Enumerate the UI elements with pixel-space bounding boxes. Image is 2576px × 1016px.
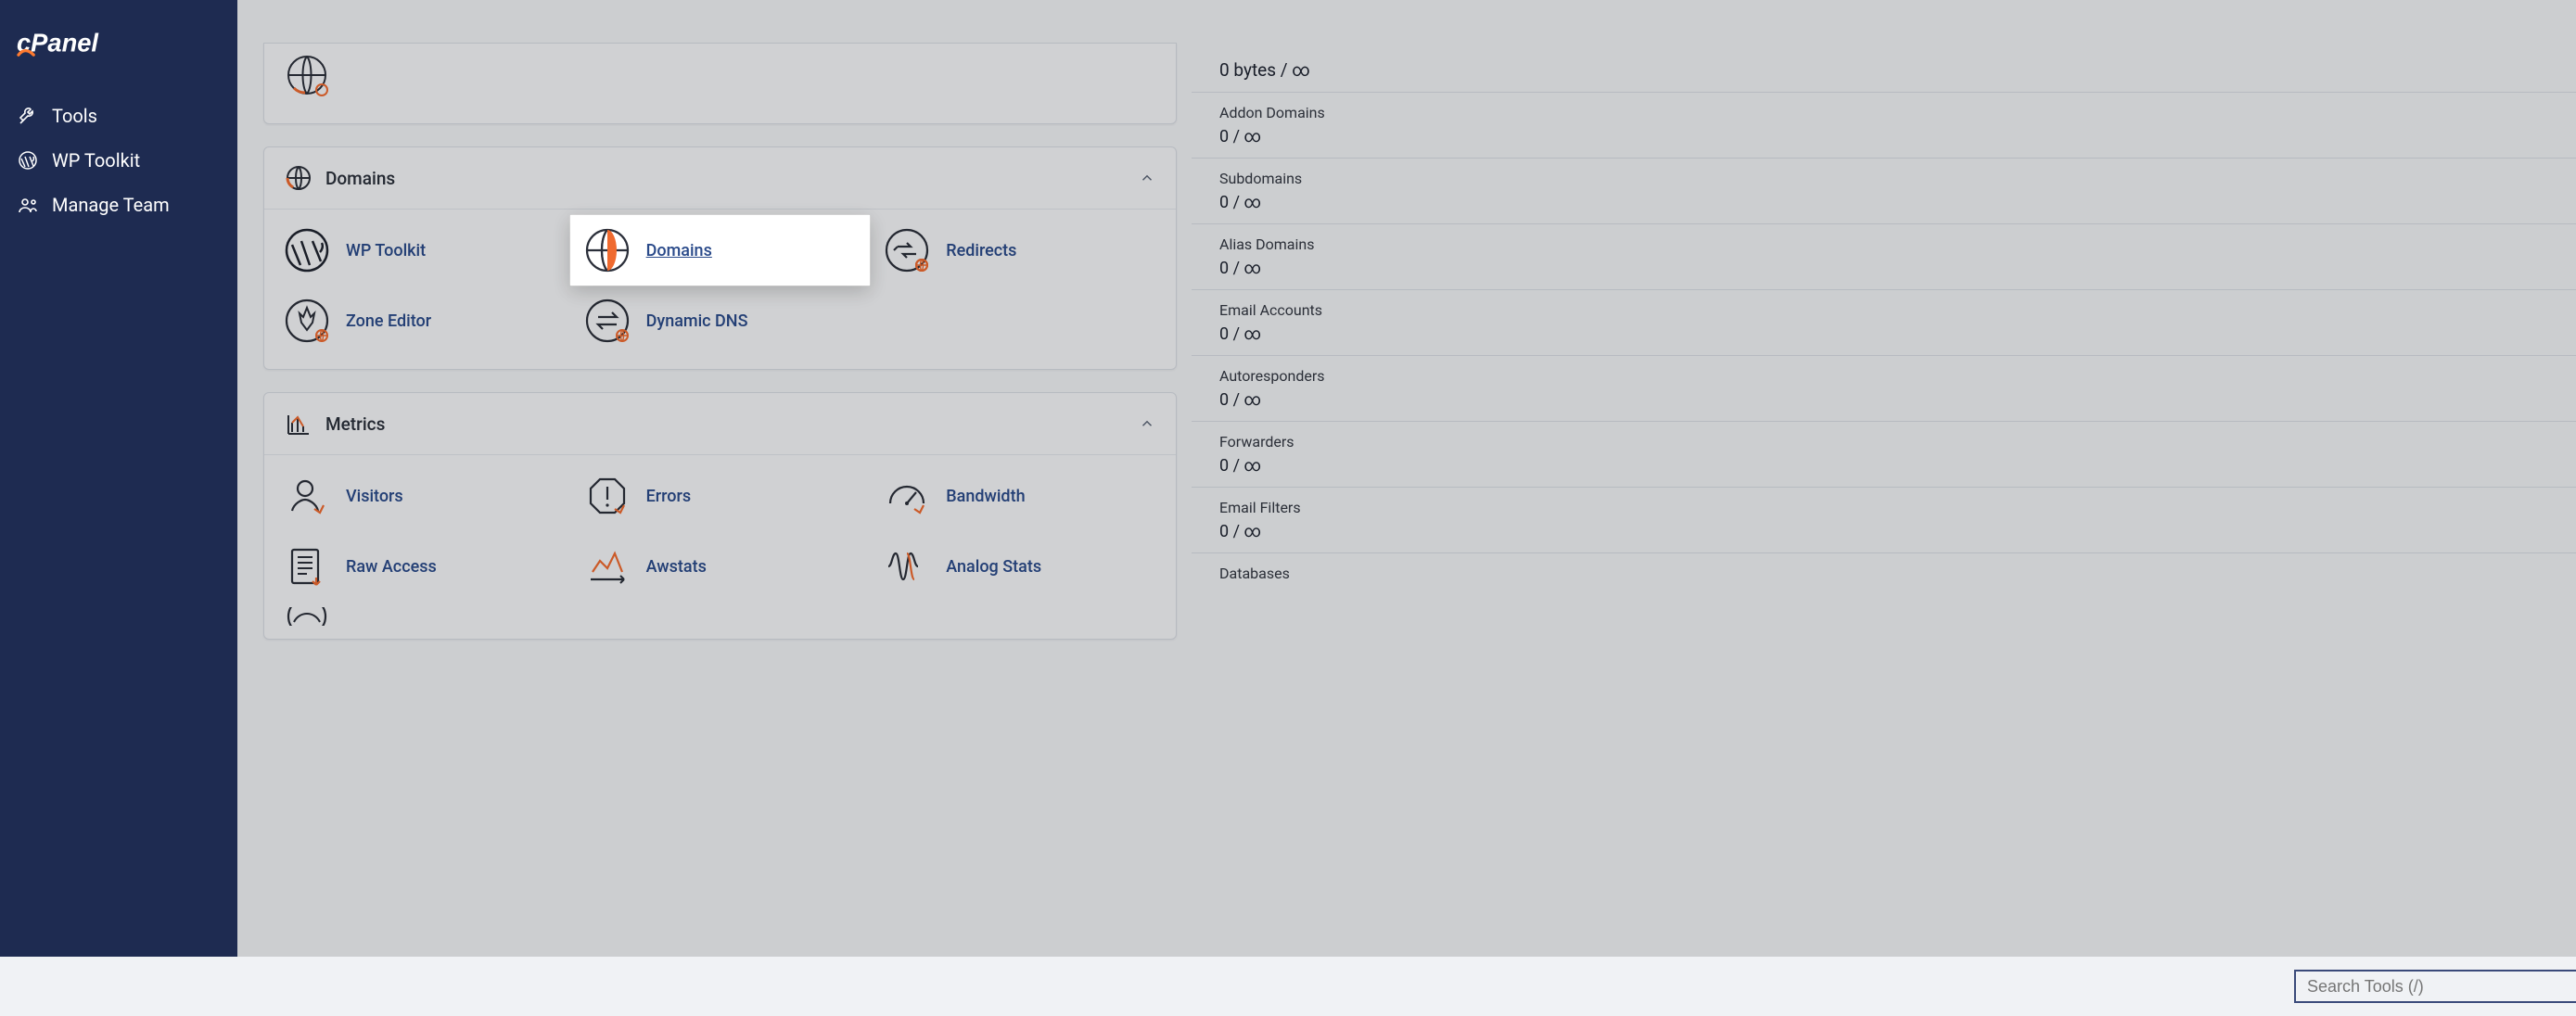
globe-icon <box>285 53 329 97</box>
panel-header[interactable]: Metrics <box>264 393 1176 455</box>
tool-visitors[interactable]: Visitors <box>270 461 570 531</box>
stat-row: Databases <box>1192 553 2576 582</box>
errors-icon <box>585 474 630 518</box>
tool-dynamicdns[interactable]: Dynamic DNS <box>570 286 871 356</box>
sidebar-item-wptoolkit[interactable]: WP Toolkit <box>0 138 237 183</box>
sidebar-item-label: Manage Team <box>52 194 170 216</box>
tool-zoneeditor[interactable]: Zone Editor <box>270 286 570 356</box>
wordpress-icon <box>17 149 39 171</box>
tool-label: Awstats <box>646 557 707 577</box>
stat-row: Email Filters 0 / ∞ <box>1192 488 2576 553</box>
stats-column: 0 bytes / ∞ Addon Domains 0 / ∞ Subdomai… <box>1192 59 2576 588</box>
panel-header[interactable]: Domains <box>264 147 1176 210</box>
stat-label: Alias Domains <box>1219 235 2548 253</box>
panel-title: Metrics <box>325 413 385 435</box>
stat-value: 0 / ∞ <box>1219 456 2548 476</box>
stat-row: Subdomains 0 / ∞ <box>1192 159 2576 224</box>
tool-label: WP Toolkit <box>346 241 426 260</box>
tool-awstats[interactable]: Awstats <box>570 531 871 602</box>
panel-partial-top <box>263 43 1177 124</box>
bandwidth-icon <box>885 474 929 518</box>
tool-rawaccess[interactable]: Raw Access <box>270 531 570 602</box>
chevron-up-icon <box>1139 170 1155 186</box>
spotlight-highlight: Domains <box>570 215 871 286</box>
sidebar-item-manageteam[interactable]: Manage Team <box>0 183 237 227</box>
chevron-up-icon <box>1139 415 1155 432</box>
tool-label: Bandwidth <box>946 487 1025 506</box>
tool-label: Domains <box>646 241 712 260</box>
tool-label: Zone Editor <box>346 311 431 331</box>
globe-icon <box>285 164 312 192</box>
ddns-icon <box>585 298 630 343</box>
tool-bandwidth[interactable]: Bandwidth <box>870 461 1170 531</box>
stat-value: 0 bytes / ∞ <box>1192 59 2576 93</box>
stat-row: Email Accounts 0 / ∞ <box>1192 290 2576 356</box>
stat-label: Autoresponders <box>1219 367 2548 385</box>
stat-value: 0 / ∞ <box>1219 390 2548 410</box>
analog-icon <box>885 544 929 589</box>
search-input[interactable] <box>2294 970 2576 1003</box>
stat-label: Forwarders <box>1219 433 2548 451</box>
tool-partial[interactable] <box>270 602 570 626</box>
tool-label: Visitors <box>346 487 403 506</box>
stat-value: 0 / ∞ <box>1219 127 2548 146</box>
panel-title: Domains <box>325 168 395 189</box>
stat-value: 0 / ∞ <box>1219 324 2548 344</box>
tool-errors[interactable]: Errors <box>570 461 871 531</box>
tool-label: Raw Access <box>346 557 437 577</box>
tool-label: Redirects <box>946 241 1016 260</box>
stat-value: 0 / ∞ <box>1219 193 2548 212</box>
chart-icon <box>285 410 312 438</box>
stat-row: Autoresponders 0 / ∞ <box>1192 356 2576 422</box>
stat-label: Email Accounts <box>1219 301 2548 319</box>
stat-row: Addon Domains 0 / ∞ <box>1192 93 2576 159</box>
stat-label: Email Filters <box>1219 499 2548 516</box>
stat-row: Alias Domains 0 / ∞ <box>1192 224 2576 290</box>
team-icon <box>17 194 39 216</box>
tool-label: Errors <box>646 487 692 506</box>
visitors-icon <box>285 474 329 518</box>
stat-row: Forwarders 0 / ∞ <box>1192 422 2576 488</box>
tool-wptoolkit[interactable]: WP Toolkit <box>270 215 570 286</box>
stat-label: Databases <box>1219 565 2548 582</box>
zone-icon <box>285 298 329 343</box>
sidebar-item-label: WP Toolkit <box>52 149 140 171</box>
globe-icon <box>585 228 630 273</box>
sidebar-item-tools[interactable]: Tools <box>0 94 237 138</box>
stat-label: Subdomains <box>1219 170 2548 187</box>
wordpress-icon <box>285 228 329 273</box>
awstats-icon <box>585 544 630 589</box>
topbar <box>237 957 2576 1016</box>
stat-label: Addon Domains <box>1219 104 2548 121</box>
webalizer-icon <box>285 607 329 626</box>
stat-value: 0 / ∞ <box>1219 259 2548 278</box>
panels-column: Domains WP Toolkit <box>263 59 1177 662</box>
sidebar: cPanel Tools WP Toolkit Manage Team <box>0 0 237 957</box>
tool-analogstats[interactable]: Analog Stats <box>870 531 1170 602</box>
rawaccess-icon <box>285 544 329 589</box>
wrench-icon <box>17 105 39 127</box>
redirect-icon <box>885 228 929 273</box>
stat-value: 0 / ∞ <box>1219 522 2548 541</box>
tool-label: Analog Stats <box>946 557 1041 577</box>
search-wrap <box>2294 970 2576 1003</box>
tool-label: Dynamic DNS <box>646 311 748 331</box>
tool-redirects[interactable]: Redirects <box>870 215 1170 286</box>
brand-logo: cPanel <box>0 22 237 94</box>
sidebar-item-label: Tools <box>52 105 97 127</box>
panel-metrics: Metrics Visitors <box>263 392 1177 640</box>
